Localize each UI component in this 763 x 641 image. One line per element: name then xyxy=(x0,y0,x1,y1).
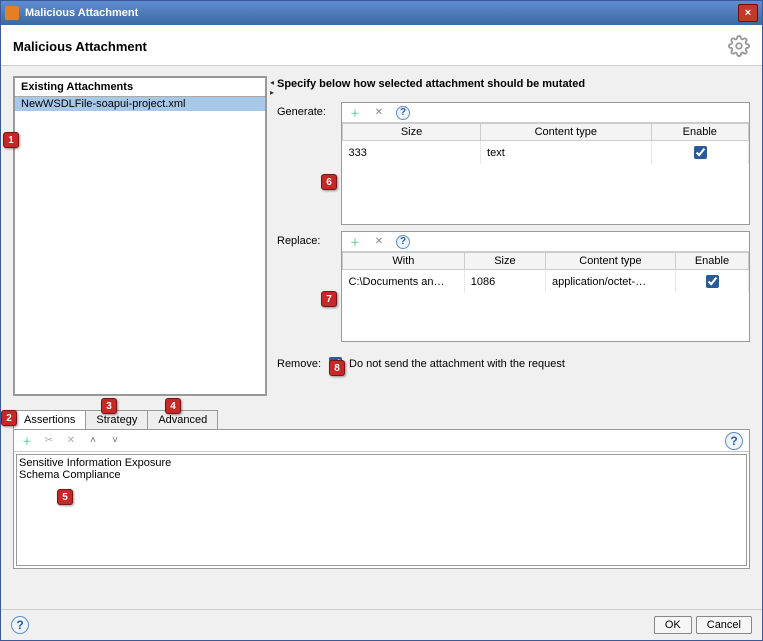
callout-7: 7 xyxy=(321,291,337,307)
assertion-item[interactable]: Sensitive Information Exposure xyxy=(19,457,744,469)
remove-label: Remove: xyxy=(277,358,321,370)
ok-button[interactable]: OK xyxy=(654,616,692,634)
mutation-description: Specify below how selected attachment sh… xyxy=(277,76,750,96)
tab-advanced[interactable]: Advanced xyxy=(147,410,218,429)
table-row[interactable]: 333 text xyxy=(343,141,749,165)
replace-row: Replace: ＋ ✕ ? With Size Content type xyxy=(277,231,750,342)
mutation-config-panel: Specify below how selected attachment sh… xyxy=(277,76,750,396)
assertion-item[interactable]: Schema Compliance xyxy=(19,469,744,481)
cell-with[interactable]: C:\Documents an… xyxy=(343,270,465,294)
title-bar: Malicious Attachment × xyxy=(1,1,762,25)
remove-checkbox-label: Do not send the attachment with the requ… xyxy=(349,358,565,370)
cell-enable[interactable] xyxy=(675,270,748,294)
cell-content-type[interactable]: application/octet-… xyxy=(545,270,675,294)
col-enable[interactable]: Enable xyxy=(675,253,748,270)
page-title: Malicious Attachment xyxy=(13,39,147,54)
cell-size[interactable]: 333 xyxy=(343,141,481,165)
delete-icon[interactable]: ✕ xyxy=(64,434,78,448)
attachments-list[interactable]: NewWSDLFile-soapui-project.xml xyxy=(15,97,265,394)
callout-8: 8 xyxy=(329,360,345,376)
help-button[interactable]: ? xyxy=(11,616,29,634)
cell-content-type[interactable]: text xyxy=(481,141,652,165)
remove-icon[interactable]: ✕ xyxy=(372,235,386,249)
close-button[interactable]: × xyxy=(738,4,758,22)
attachment-item[interactable]: NewWSDLFile-soapui-project.xml xyxy=(15,97,265,111)
gear-icon[interactable] xyxy=(728,35,750,57)
window-title: Malicious Attachment xyxy=(25,7,138,19)
col-content-type[interactable]: Content type xyxy=(545,253,675,270)
generate-empty-area xyxy=(342,164,749,224)
content-area: Existing Attachments NewWSDLFile-soapui-… xyxy=(1,66,762,609)
app-icon xyxy=(5,6,19,20)
replace-table-container: ＋ ✕ ? With Size Content type Enable xyxy=(341,231,750,342)
scroll-left-icon[interactable]: ◂ xyxy=(267,78,277,88)
tab-assertions[interactable]: Assertions xyxy=(13,410,86,429)
callout-6: 6 xyxy=(321,174,337,190)
add-icon[interactable]: ＋ xyxy=(348,235,362,249)
existing-attachments-header: Existing Attachments xyxy=(15,78,265,97)
callout-3: 3 xyxy=(101,398,117,414)
replace-empty-area xyxy=(342,293,749,341)
col-size[interactable]: Size xyxy=(343,124,481,141)
close-icon: × xyxy=(745,7,751,19)
add-icon[interactable]: ＋ xyxy=(348,106,362,120)
button-bar: ? OK Cancel xyxy=(1,609,762,640)
upper-section: Existing Attachments NewWSDLFile-soapui-… xyxy=(13,76,750,396)
callout-2: 2 xyxy=(1,410,17,426)
replace-toolbar: ＋ ✕ ? xyxy=(342,232,749,252)
generate-label: Generate: xyxy=(277,102,335,118)
callout-4: 4 xyxy=(165,398,181,414)
cancel-button[interactable]: Cancel xyxy=(696,616,752,634)
enable-checkbox[interactable] xyxy=(694,146,707,159)
dialog-window: Malicious Attachment × Malicious Attachm… xyxy=(0,0,763,641)
add-assertion-icon[interactable]: ＋ xyxy=(20,434,34,448)
col-size[interactable]: Size xyxy=(464,253,545,270)
cell-size[interactable]: 1086 xyxy=(464,270,545,294)
remove-row: Remove: Do not send the attachment with … xyxy=(277,348,750,373)
tab-strategy[interactable]: Strategy xyxy=(85,410,148,429)
move-up-icon[interactable]: ˄ xyxy=(86,434,100,448)
generate-table-container: ＋ ✕ ? Size Content type Enable 333 xyxy=(341,102,750,225)
callout-1: 1 xyxy=(3,132,19,148)
generate-row: Generate: ＋ ✕ ? Size Content type Enable xyxy=(277,102,750,225)
col-content-type[interactable]: Content type xyxy=(481,124,652,141)
help-icon[interactable]: ? xyxy=(725,432,743,450)
move-down-icon[interactable]: ˅ xyxy=(108,434,122,448)
panel-scroll[interactable]: ◂ ▸ xyxy=(267,78,277,98)
callout-5: 5 xyxy=(57,489,73,505)
generate-toolbar: ＋ ✕ ? xyxy=(342,103,749,123)
assertions-list[interactable]: Sensitive Information Exposure Schema Co… xyxy=(16,454,747,566)
configure-icon[interactable]: ✂ xyxy=(42,434,56,448)
table-row[interactable]: C:\Documents an… 1086 application/octet-… xyxy=(343,270,749,294)
existing-attachments-panel: Existing Attachments NewWSDLFile-soapui-… xyxy=(13,76,267,396)
help-icon[interactable]: ? xyxy=(396,235,410,249)
assertions-panel: ＋ ✂ ✕ ˄ ˅ ? Sensitive Information Exposu… xyxy=(13,429,750,569)
cell-enable[interactable] xyxy=(651,141,748,165)
generate-table: Size Content type Enable 333 text xyxy=(342,123,749,164)
col-with[interactable]: With xyxy=(343,253,465,270)
col-enable[interactable]: Enable xyxy=(651,124,748,141)
replace-table: With Size Content type Enable C:\Documen… xyxy=(342,252,749,293)
tab-bar: Assertions Strategy Advanced 2 3 4 xyxy=(13,410,750,429)
assertions-toolbar: ＋ ✂ ✕ ˄ ˅ ? xyxy=(14,430,749,452)
replace-label: Replace: xyxy=(277,231,335,247)
remove-icon[interactable]: ✕ xyxy=(372,106,386,120)
enable-checkbox[interactable] xyxy=(706,275,719,288)
scroll-right-icon[interactable]: ▸ xyxy=(267,88,277,98)
help-icon[interactable]: ? xyxy=(396,106,410,120)
dialog-header: Malicious Attachment xyxy=(1,25,762,66)
